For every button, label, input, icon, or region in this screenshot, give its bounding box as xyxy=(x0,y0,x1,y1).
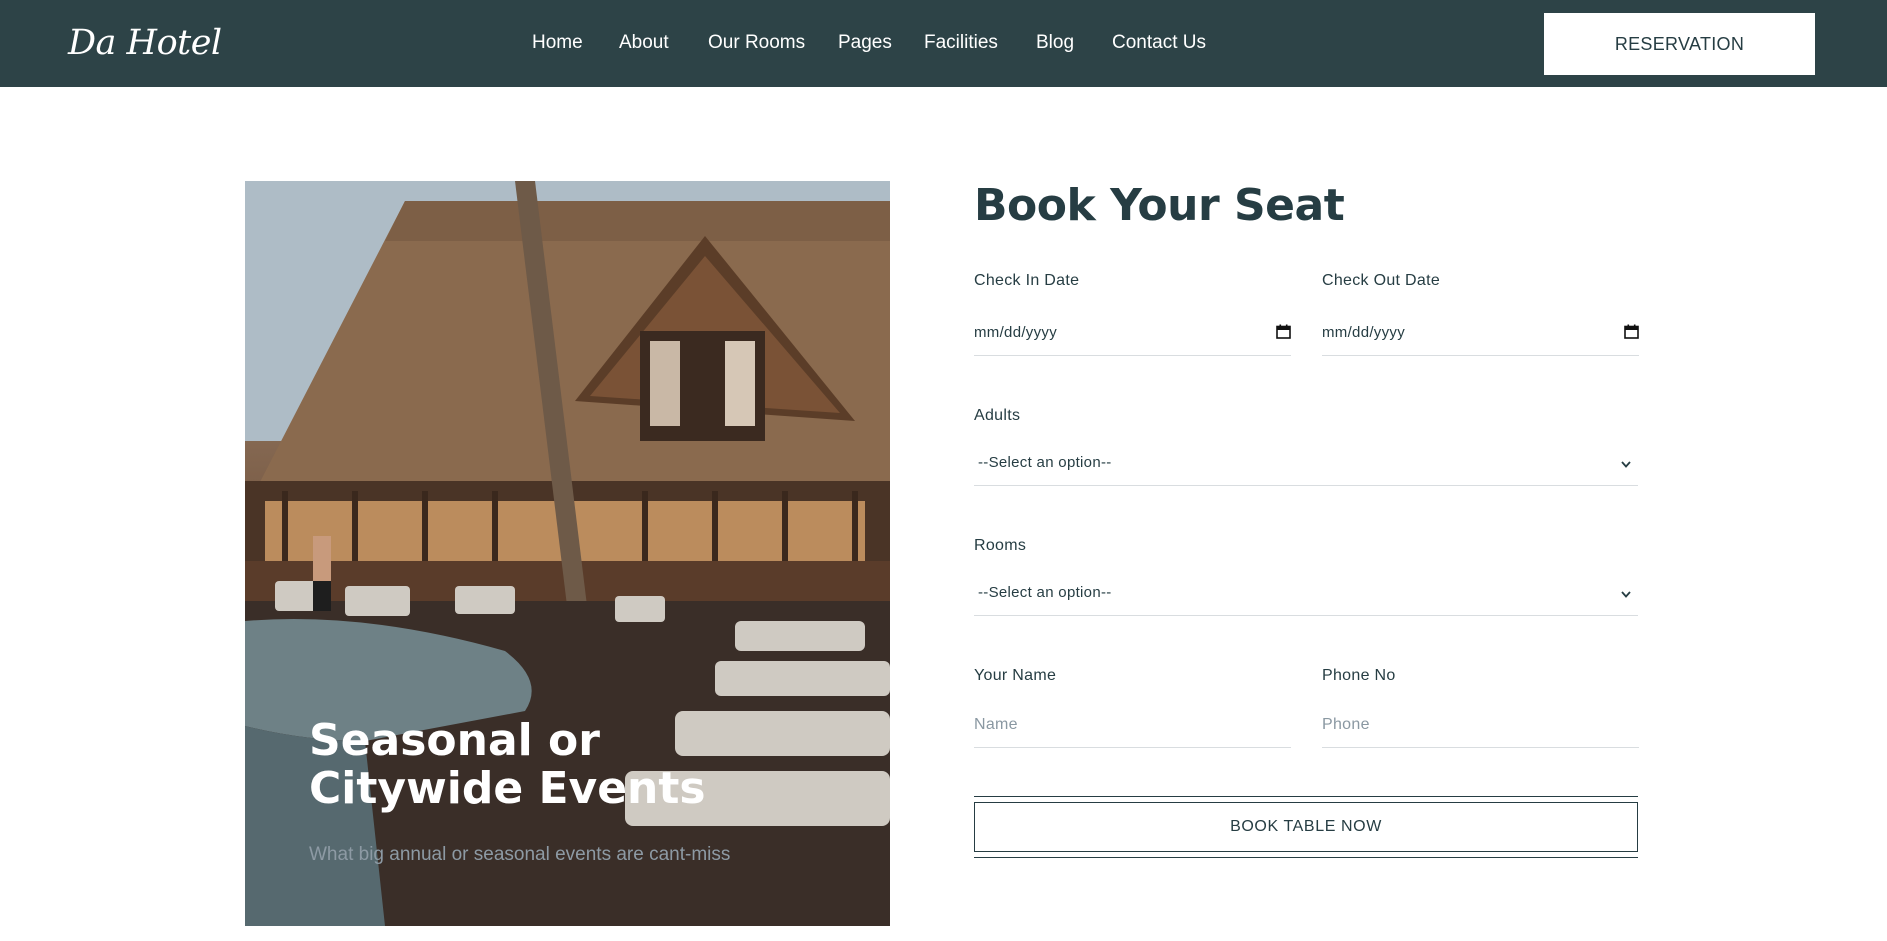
adults-selected-value: --Select an option-- xyxy=(978,454,1112,471)
book-button-frame: BOOK TABLE NOW xyxy=(974,796,1638,858)
nav-item-about[interactable]: About xyxy=(619,31,669,55)
rooms-select[interactable]: --Select an option-- xyxy=(974,572,1638,616)
nav-item-blog[interactable]: Blog xyxy=(1036,31,1074,55)
nav-item-contact-us[interactable]: Contact Us xyxy=(1112,31,1206,55)
booking-title: Book Your Seat xyxy=(974,180,1345,231)
phone-input[interactable]: Phone xyxy=(1322,704,1639,748)
calendar-icon[interactable] xyxy=(1624,324,1639,339)
rooms-selected-value: --Select an option-- xyxy=(978,584,1112,601)
nav-item-our-rooms[interactable]: Our Rooms xyxy=(708,31,805,55)
nav-item-facilities[interactable]: Facilities xyxy=(924,31,998,55)
hotel-photo: Seasonal or Citywide Events What big ann… xyxy=(245,181,890,926)
check-in-date-input[interactable]: mm/dd/yyyy xyxy=(974,312,1291,356)
adults-select[interactable]: --Select an option-- xyxy=(974,442,1638,486)
check-in-label: Check In Date xyxy=(974,272,1080,289)
check-out-value: mm/dd/yyyy xyxy=(1322,324,1406,341)
site-header: Da Hotel Home About Our Rooms Pages Faci… xyxy=(0,0,1887,87)
chevron-down-icon xyxy=(1621,461,1631,468)
name-placeholder: Name xyxy=(974,716,1018,733)
phone-placeholder: Phone xyxy=(1322,716,1370,733)
check-in-value: mm/dd/yyyy xyxy=(974,324,1058,341)
check-out-date-input[interactable]: mm/dd/yyyy xyxy=(1322,312,1639,356)
promo-subtitle: What big annual or seasonal events are c… xyxy=(309,844,731,865)
calendar-icon[interactable] xyxy=(1276,324,1291,339)
name-label: Your Name xyxy=(974,667,1057,684)
reservation-button[interactable]: RESERVATION xyxy=(1544,13,1815,75)
promo-title: Seasonal or Citywide Events xyxy=(309,715,706,814)
nav-item-home[interactable]: Home xyxy=(532,31,583,55)
adults-label: Adults xyxy=(974,407,1021,424)
nav-item-pages[interactable]: Pages xyxy=(838,31,892,55)
name-input[interactable]: Name xyxy=(974,704,1291,748)
chevron-down-icon xyxy=(1621,591,1631,598)
book-table-now-button[interactable]: BOOK TABLE NOW xyxy=(974,802,1638,852)
rooms-label: Rooms xyxy=(974,537,1027,554)
check-out-label: Check Out Date xyxy=(1322,272,1441,289)
hotel-illustration xyxy=(245,181,890,926)
phone-label: Phone No xyxy=(1322,667,1396,684)
